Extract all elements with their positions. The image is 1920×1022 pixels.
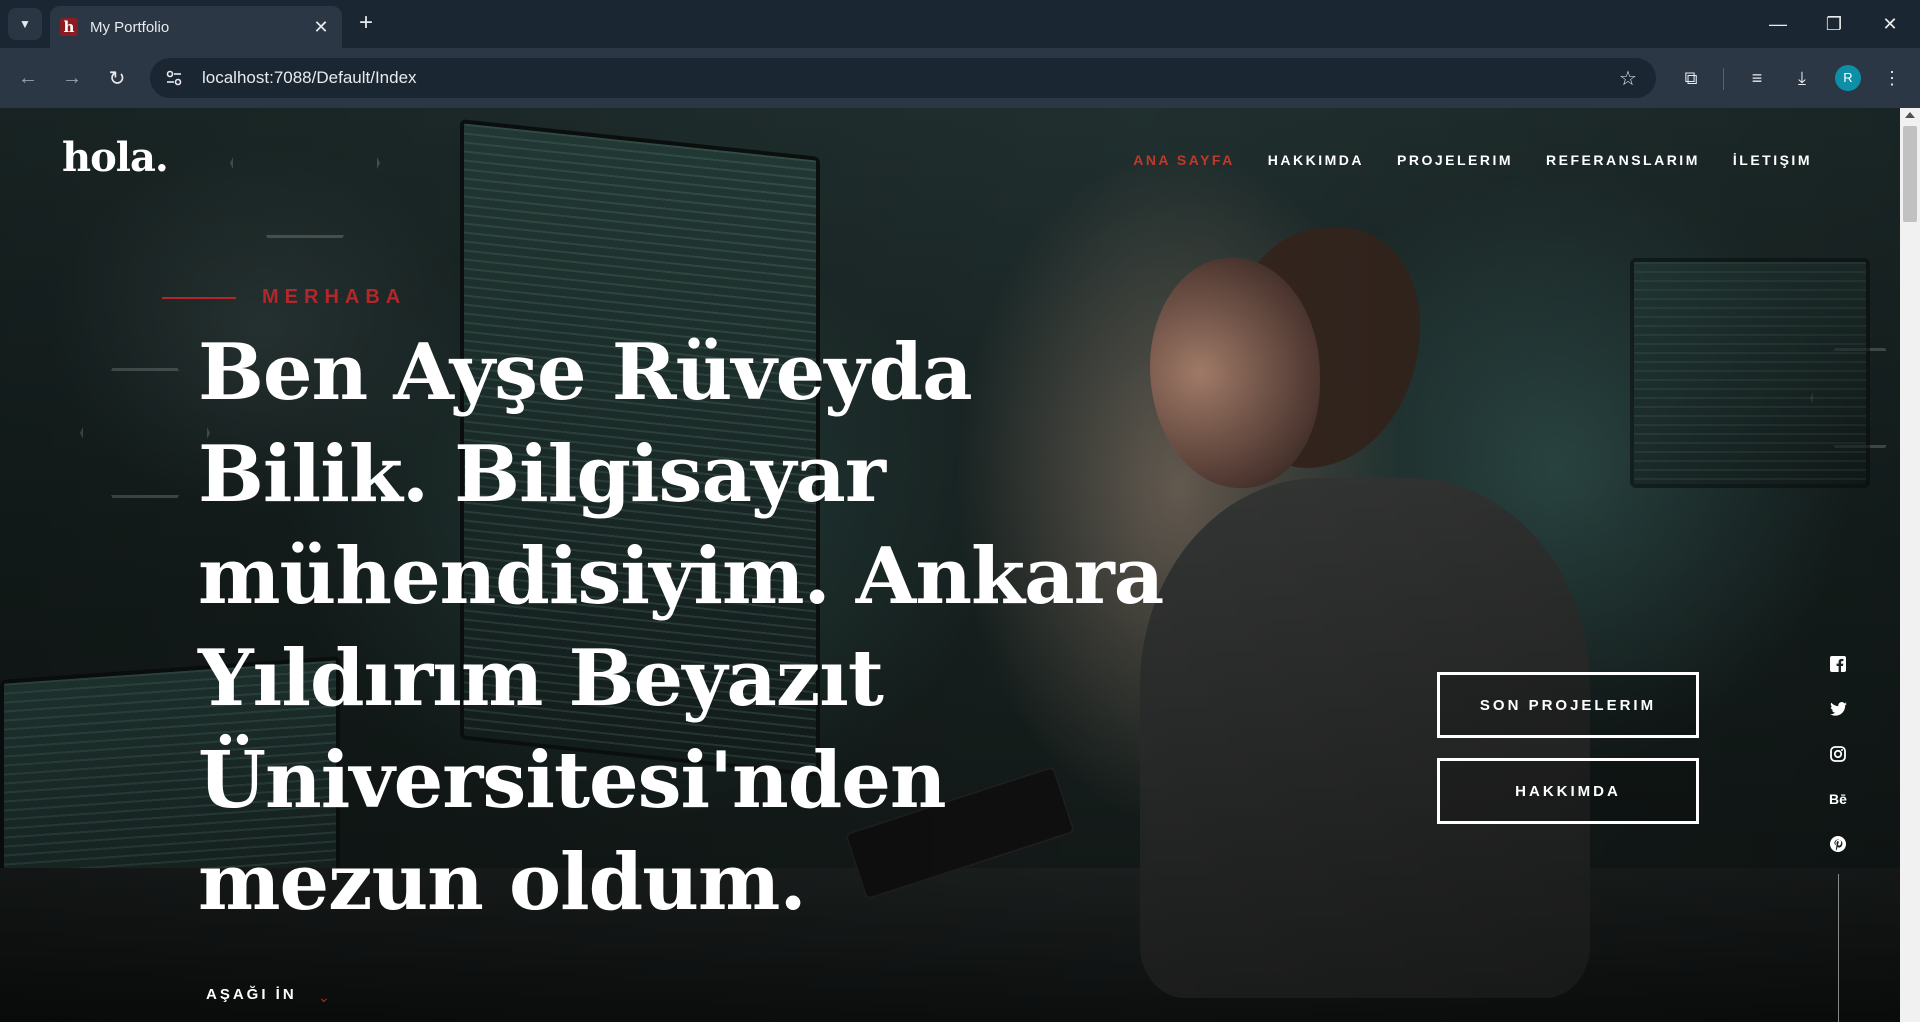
back-button[interactable]: ←	[12, 62, 44, 94]
nav-item-about[interactable]: HAKKIMDA	[1268, 152, 1364, 168]
tab-title: My Portfolio	[90, 18, 170, 36]
chevron-down-icon: ▼	[19, 17, 31, 31]
site-favicon: h	[60, 18, 78, 36]
arrow-left-icon: ←	[18, 66, 38, 89]
puzzle-icon: ⧉	[1684, 67, 1698, 88]
close-window-button[interactable]: ✕	[1862, 0, 1918, 48]
restore-window-button[interactable]: ❐	[1806, 0, 1862, 48]
reload-icon: ↻	[108, 67, 126, 90]
reload-button[interactable]: ↻	[101, 62, 133, 94]
downloads-button[interactable]: ⤓	[1786, 62, 1818, 94]
tab-search-button[interactable]: ▼	[8, 8, 42, 40]
nav-item-home[interactable]: ANA SAYFA	[1133, 152, 1235, 168]
toolbar-separator	[1723, 68, 1724, 90]
facebook-icon[interactable]	[1828, 654, 1848, 674]
site-navigation: ANA SAYFA HAKKIMDA PROJELERIM REFERANSLA…	[1133, 152, 1812, 168]
browser-tab[interactable]: h My Portfolio ✕	[50, 6, 342, 48]
restore-icon: ❐	[1825, 13, 1843, 34]
page-viewport: hola. ANA SAYFA HAKKIMDA PROJELERIM REFE…	[0, 108, 1900, 1022]
scrollbar-thumb[interactable]	[1903, 126, 1917, 222]
social-divider-line	[1838, 874, 1839, 1022]
extensions-button[interactable]: ⧉	[1675, 62, 1707, 94]
minimize-icon: —	[1769, 13, 1787, 34]
url-text[interactable]: localhost:7088/Default/Index	[202, 68, 1614, 88]
site-logo[interactable]: hola.	[62, 134, 169, 181]
minimize-window-button[interactable]: —	[1750, 0, 1806, 48]
media-control-button[interactable]: ≡	[1741, 62, 1773, 94]
new-tab-button[interactable]: +	[352, 10, 380, 38]
bookmark-star-icon[interactable]: ☆	[1614, 66, 1642, 91]
profile-avatar[interactable]: R	[1835, 65, 1861, 91]
twitter-icon[interactable]	[1828, 699, 1848, 719]
site-info-button[interactable]	[160, 64, 188, 92]
pre-title-line	[162, 297, 236, 299]
arrow-right-icon: →	[62, 66, 82, 89]
hero-pre-title: MERHABA	[262, 286, 407, 308]
tune-icon	[166, 70, 182, 86]
chevron-down-icon[interactable]: ⌄	[318, 989, 330, 1006]
forward-button[interactable]: →	[56, 62, 88, 94]
latest-projects-button[interactable]: SON PROJELERIM	[1437, 672, 1699, 738]
close-tab-icon[interactable]: ✕	[310, 17, 332, 38]
scroll-up-arrow-icon[interactable]	[1905, 112, 1915, 118]
queue-music-icon: ≡	[1751, 67, 1763, 88]
download-icon: ⤓	[1798, 67, 1806, 88]
address-bar[interactable]: localhost:7088/Default/Index ☆	[150, 58, 1656, 98]
instagram-icon[interactable]	[1828, 744, 1848, 764]
browser-tab-bar: ▼ h My Portfolio ✕ + — ❐ ✕	[0, 0, 1920, 48]
more-vert-icon: ⋮	[1883, 67, 1901, 88]
hero-title: Ben Ayşe Rüveyda Bilik. Bilgisayar mühen…	[198, 327, 1164, 928]
browser-menu-button[interactable]: ⋮	[1876, 62, 1908, 94]
nav-item-contact[interactable]: İLETIŞIM	[1733, 152, 1812, 168]
close-icon: ✕	[1882, 13, 1898, 34]
browser-toolbar: ← → ↻ localhost:7088/Default/Index ☆ ⧉ ≡…	[0, 48, 1920, 108]
nav-item-references[interactable]: REFERANSLARIM	[1546, 152, 1700, 168]
nav-item-projects[interactable]: PROJELERIM	[1397, 152, 1513, 168]
behance-icon[interactable]: Bē	[1828, 789, 1848, 809]
pinterest-icon[interactable]	[1828, 834, 1848, 854]
scroll-down-link[interactable]: AŞAĞI İN	[206, 986, 297, 1003]
page-scrollbar[interactable]	[1900, 108, 1920, 1022]
about-button[interactable]: HAKKIMDA	[1437, 758, 1699, 824]
